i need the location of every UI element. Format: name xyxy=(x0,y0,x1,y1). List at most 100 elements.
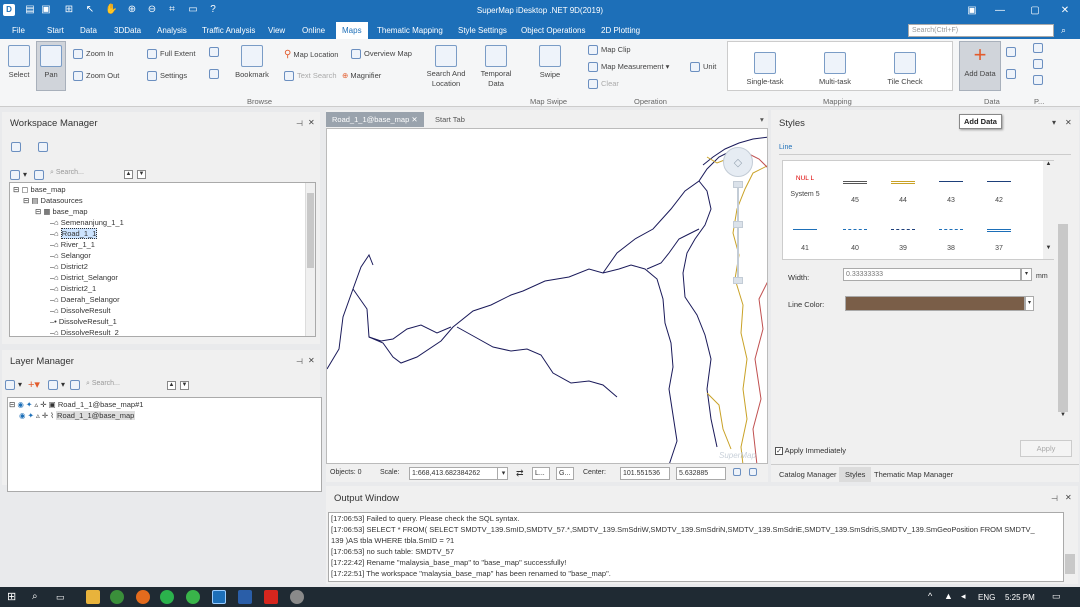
styles-scrollbar[interactable]: ▼ xyxy=(1058,222,1068,428)
tree-scrollbar[interactable] xyxy=(305,183,315,336)
panel-menu-icon[interactable]: ▾ xyxy=(1052,118,1056,127)
select-icon[interactable]: ✦ xyxy=(26,400,32,409)
full-extent-button[interactable]: Full Extent xyxy=(147,49,195,60)
p-tool-icon-2[interactable] xyxy=(1033,59,1046,70)
map-clip-button[interactable]: Map Clip xyxy=(588,45,631,56)
tab-start[interactable]: Start xyxy=(44,22,67,39)
workspace-toolbar-icon[interactable]: ▾ xyxy=(10,170,27,180)
lock-icon[interactable]: ▵ xyxy=(34,400,38,409)
wechat-icon[interactable] xyxy=(186,590,200,604)
minimize-icon[interactable]: — xyxy=(993,4,1007,18)
tab-object-operations[interactable]: Object Operations xyxy=(518,22,588,39)
data-tool-icon-2[interactable] xyxy=(1006,69,1019,80)
tree-datasources[interactable]: ⊟ ▤ Datasources xyxy=(23,196,83,205)
paste-icon[interactable] xyxy=(749,468,760,476)
tray-chevron-icon[interactable]: ^ xyxy=(928,591,932,601)
copy-icon[interactable] xyxy=(733,468,744,476)
scale-dropdown-icon[interactable]: ▾ xyxy=(497,467,508,480)
global-search-input[interactable]: Search(Ctrl+F) xyxy=(908,24,1054,37)
pin-icon[interactable]: ⊣ xyxy=(296,119,303,128)
gallery-scrollbar[interactable]: ▲ ▼ xyxy=(1043,161,1054,259)
tab-styles[interactable]: Styles xyxy=(839,467,872,482)
panel-close-icon[interactable]: ✕ xyxy=(308,118,315,127)
lock-icon[interactable]: ▵ xyxy=(36,411,40,420)
text-search-button[interactable]: Text Search xyxy=(284,71,337,82)
navigation-pan-control[interactable]: ◇ xyxy=(723,147,753,177)
layer-item[interactable]: ⊟ ◉ ✦ ▵ ✛ ▣ Road_1_1@base_map#1 xyxy=(9,400,143,409)
style-cell[interactable]: 39 xyxy=(883,229,923,252)
width-input[interactable]: 0.33333333 xyxy=(843,268,1021,281)
settings-button[interactable]: Settings xyxy=(147,71,187,82)
style-cell[interactable]: 37 xyxy=(979,229,1019,252)
volume-icon[interactable]: ◂ xyxy=(961,591,966,602)
p-tool-icon-3[interactable] xyxy=(1033,75,1046,86)
select-button[interactable]: Select xyxy=(5,45,33,79)
lock-scale-button[interactable]: L... xyxy=(532,467,550,480)
panel-close-icon[interactable]: ✕ xyxy=(1065,118,1072,127)
map-canvas[interactable]: ◇ SuperMap xyxy=(326,128,768,464)
visible-icon[interactable]: ◉ xyxy=(19,411,26,420)
zoom-slider[interactable] xyxy=(733,181,743,285)
style-cell[interactable]: 45 xyxy=(835,181,875,204)
tab-style-settings[interactable]: Style Settings xyxy=(455,22,510,39)
single-task-button[interactable]: Single-task xyxy=(740,52,790,86)
visible-icon[interactable]: ◉ xyxy=(17,400,24,409)
chrome-icon[interactable] xyxy=(110,590,124,604)
tree-dataset[interactable]: –⌂ DissolveResult_2 xyxy=(50,328,119,336)
swap-icon[interactable]: ⇄ xyxy=(516,468,524,479)
tab-start[interactable]: Start Tab xyxy=(429,112,471,127)
search-icon[interactable]: ⌕ xyxy=(1058,22,1069,39)
firefox-icon[interactable] xyxy=(136,590,150,604)
search-and-location-button[interactable]: Search And Location xyxy=(424,45,468,89)
line-color-dropdown-icon[interactable]: ▾ xyxy=(1025,296,1034,311)
map-measurement-button[interactable]: Map Measurement ▾ xyxy=(588,62,669,73)
previous-view-icon[interactable] xyxy=(209,47,222,58)
scale-input[interactable]: 1:668,413.682384262 xyxy=(409,467,507,480)
layer-toolbar-icon-2[interactable]: ▾ xyxy=(48,380,65,390)
apply-button[interactable]: Apply xyxy=(1020,440,1072,457)
apply-immediately-checkbox[interactable]: ✓ Apply Immediately xyxy=(775,446,846,456)
zoom-out-button[interactable]: Zoom Out xyxy=(73,71,119,82)
tab-maps[interactable]: Maps xyxy=(336,22,368,39)
tab-online[interactable]: Online xyxy=(299,22,328,39)
snap-icon[interactable]: ✛ xyxy=(42,411,48,420)
search-down-icon[interactable]: ▼ xyxy=(180,381,189,390)
pan-button[interactable]: Pan xyxy=(37,45,65,79)
geo-button[interactable]: G... xyxy=(556,467,574,480)
data-tool-icon-1[interactable] xyxy=(1006,47,1019,58)
add-layer-icon[interactable]: +▾ xyxy=(28,378,40,391)
search-icon[interactable]: ⌕ xyxy=(32,590,46,604)
style-cell[interactable]: 43 xyxy=(931,181,971,204)
tree-datasource[interactable]: ⊟ ▦ base_map xyxy=(35,207,88,216)
tree-dataset[interactable]: –⌂ Daerah_Selangor xyxy=(50,295,120,304)
tree-dataset[interactable]: –⌂ Semenanjung_1_1 xyxy=(50,218,124,227)
style-cell-nul[interactable]: NUL L System 5 xyxy=(785,175,825,198)
tab-traffic-analysis[interactable]: Traffic Analysis xyxy=(199,22,258,39)
center-y-input[interactable]: 5.632885 xyxy=(676,467,726,480)
maximize-icon[interactable]: ▢ xyxy=(1028,4,1042,18)
language-indicator[interactable]: ENG xyxy=(978,593,995,602)
workspace-toolbar-icon-2[interactable] xyxy=(34,170,47,180)
layer-search-input[interactable]: ⌕ Search... xyxy=(86,380,154,388)
zoom-in-button[interactable]: Zoom In xyxy=(73,49,114,60)
zoom-thumb[interactable] xyxy=(733,221,743,228)
tree-dataset[interactable]: –⌂ District2_1 xyxy=(50,284,96,293)
layer-item-selected[interactable]: ◉ ✦ ▵ ✛ ⌇ Road_1_1@base_map xyxy=(19,411,136,420)
style-cell[interactable]: 41 xyxy=(785,229,825,252)
multi-task-button[interactable]: Multi-task xyxy=(810,52,860,86)
notifications-icon[interactable]: ▭ xyxy=(1052,591,1061,602)
tab-analysis[interactable]: Analysis xyxy=(154,22,190,39)
panel-close-icon[interactable]: ✕ xyxy=(308,356,315,365)
network-icon[interactable]: ▲ xyxy=(944,591,953,601)
tile-check-button[interactable]: Tile Check xyxy=(880,52,930,86)
tab-3ddata[interactable]: 3DData xyxy=(111,22,144,39)
tree-dataset[interactable]: –⌂ Selangor xyxy=(50,251,91,260)
ribbon-toggle-icon[interactable]: ▣ xyxy=(965,4,979,18)
close-icon[interactable]: ✕ xyxy=(1058,4,1072,18)
tab-thematic-map-manager[interactable]: Thematic Map Manager xyxy=(868,467,959,482)
clock[interactable]: 5:25 PM xyxy=(1005,593,1035,602)
pin-icon[interactable]: ⊣ xyxy=(296,357,303,366)
style-cell[interactable]: 44 xyxy=(883,181,923,204)
tree-dataset-selected[interactable]: –⌂ Road_1_1 xyxy=(50,228,98,239)
workspace-layout-icon[interactable] xyxy=(38,142,51,152)
